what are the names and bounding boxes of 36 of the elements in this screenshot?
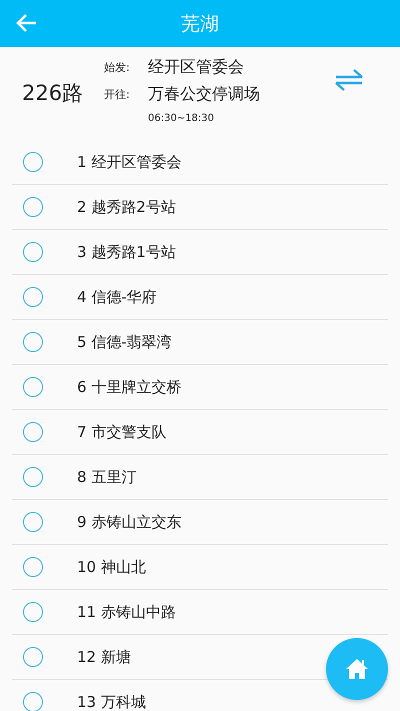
stop-circle-icon <box>23 647 43 667</box>
home-button[interactable] <box>326 638 388 700</box>
stop-name: 4 信德-华府 <box>77 288 157 306</box>
stop-circle-icon <box>23 467 43 487</box>
stop-circle-icon <box>23 287 43 307</box>
stop-name: 7 市交警支队 <box>77 422 166 442</box>
stop-name: 3 越秀路1号站 <box>77 242 176 262</box>
stop-circle-icon <box>23 332 43 352</box>
destination-stop: 万春公交停调场 <box>148 84 260 105</box>
stop-circle-icon <box>23 242 43 262</box>
stop-circle-icon <box>23 557 43 577</box>
stop-name: 13 万科城 <box>77 692 146 711</box>
stop-circle-icon <box>23 422 43 442</box>
route-name: 226路 <box>22 80 84 107</box>
header-title: 芜湖 <box>181 12 219 36</box>
stop-name: 11 赤铸山中路 <box>77 602 176 622</box>
swap-direction-icon[interactable] <box>334 69 364 91</box>
stop-name: 8 五里汀 <box>77 468 136 486</box>
service-hours: 06:30~18:30 <box>148 113 216 124</box>
stop-name: 10 神山北 <box>77 558 146 576</box>
stop-circle-icon <box>23 197 43 217</box>
home-icon <box>345 657 369 681</box>
stop-circle-icon <box>23 692 43 711</box>
stop-circle-icon <box>23 377 43 397</box>
stop-circle-icon <box>23 512 43 532</box>
stop-name: 6 十里牌立交桥 <box>77 378 182 396</box>
stop-name: 1 经开区管委会 <box>77 152 182 172</box>
stop-name: 9 赤铸山立交东 <box>77 512 182 532</box>
stop-name: 2 越秀路2号站 <box>77 198 176 216</box>
stop-name: 5 信德-翡翠湾 <box>77 332 172 352</box>
stop-circle-icon <box>23 602 43 622</box>
origin-stop: 经开区管委会 <box>148 57 244 78</box>
from-label: 始发: <box>104 60 131 75</box>
to-label: 开往: <box>104 87 131 102</box>
stop-circle-icon <box>23 152 43 172</box>
stop-name: 12 新塘 <box>77 648 131 666</box>
